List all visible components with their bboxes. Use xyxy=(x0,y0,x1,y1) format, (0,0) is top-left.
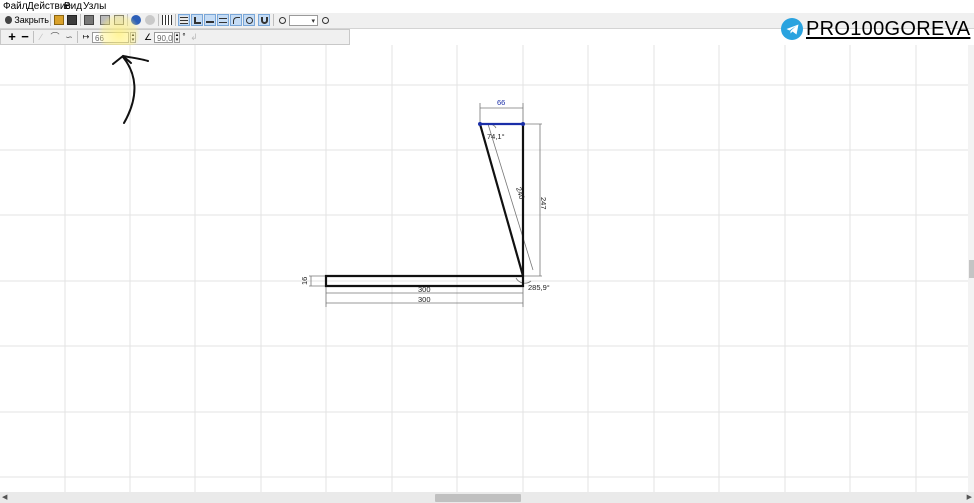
grid-icon xyxy=(180,16,188,24)
horizontal-dim-button[interactable] xyxy=(217,14,229,26)
separator xyxy=(175,14,176,26)
remove-node-button[interactable]: − xyxy=(20,29,30,44)
separator xyxy=(273,14,274,26)
export-icon xyxy=(84,15,94,25)
left-dimension-label: 16 xyxy=(300,277,309,285)
scroll-right-icon[interactable]: ▶ xyxy=(967,493,972,501)
open-button[interactable] xyxy=(54,14,64,26)
separator xyxy=(77,31,78,43)
degree-unit-label: ° xyxy=(182,32,186,41)
save-button[interactable] xyxy=(67,14,77,26)
arc-icon: ⌒ xyxy=(50,32,60,42)
plus-icon: + xyxy=(8,29,16,44)
top-angle-label: 74,1° xyxy=(487,132,505,141)
grid-button[interactable] xyxy=(178,14,190,26)
line-tool-button[interactable]: ∕ xyxy=(36,31,46,43)
snap-grid-button[interactable] xyxy=(162,14,172,26)
degree-unit: ° xyxy=(181,31,187,43)
sphere-icon xyxy=(145,15,155,25)
profile-outline xyxy=(324,123,525,288)
ortho-icon xyxy=(193,16,201,24)
separator xyxy=(50,14,51,26)
close-icon xyxy=(5,16,13,24)
zoom-select[interactable]: ▾ xyxy=(289,15,318,26)
menu-bar: Файл Действие Вид Узлы xyxy=(0,0,974,13)
angle-icon xyxy=(232,16,240,24)
drawing-canvas[interactable]: 66 74,1° 240 247 16 300 300 285,9° xyxy=(0,45,968,492)
apply-icon: ↲ xyxy=(190,32,198,42)
curve-tool-button[interactable]: ∽ xyxy=(64,31,74,43)
menu-nodes[interactable]: Узлы xyxy=(83,1,106,12)
export-button[interactable] xyxy=(84,14,94,26)
angle-dim-button[interactable] xyxy=(230,14,242,26)
separator xyxy=(33,31,34,43)
menu-view[interactable]: Вид xyxy=(64,1,82,12)
arc-tool-button[interactable]: ⌒ xyxy=(50,31,60,43)
radius-icon xyxy=(245,16,253,24)
curve-icon: ∽ xyxy=(65,32,73,42)
zoom-out-button[interactable] xyxy=(277,14,287,26)
close-button-label: Закрыть xyxy=(14,15,49,25)
angle-spinner[interactable]: ▴ ▾ xyxy=(174,32,180,43)
dimension-icon xyxy=(206,17,214,23)
node-point[interactable] xyxy=(478,122,482,126)
dimension-labels: 66 74,1° 240 247 16 300 300 285,9° xyxy=(300,98,550,304)
folder-icon xyxy=(54,15,64,25)
angle-value: 90,0 xyxy=(157,34,173,43)
horizontal-dimension-icon xyxy=(219,17,227,23)
ortho-button[interactable] xyxy=(191,14,203,26)
scroll-left-icon[interactable]: ◀ xyxy=(2,493,7,501)
diagonal-dimension-label: 240 xyxy=(514,186,526,201)
chevron-down-icon: ▾ xyxy=(311,18,315,25)
drawing-svg: 66 74,1° 240 247 16 300 300 285,9° xyxy=(0,45,968,492)
angle-input[interactable]: 90,0 xyxy=(154,32,173,43)
bottom-outer-dimension-label: 300 xyxy=(418,295,431,304)
top-dimension-label: 66 xyxy=(497,98,505,107)
magnet-icon xyxy=(260,16,268,24)
menu-file[interactable]: Файл xyxy=(3,1,28,12)
line-icon: ∕ xyxy=(40,32,42,42)
add-node-button[interactable]: + xyxy=(7,29,17,44)
brand-watermark: PRO100GOREVA xyxy=(781,17,970,41)
radius-button[interactable] xyxy=(243,14,255,26)
node-point[interactable] xyxy=(521,122,525,126)
angle-icon-holder: ∠ xyxy=(143,31,153,43)
length-icon: ↦ xyxy=(82,32,90,41)
angle-label-icon: ∠ xyxy=(143,32,153,42)
horizontal-scroll-thumb[interactable] xyxy=(435,494,521,502)
separator xyxy=(158,14,159,26)
right-dimension-label: 247 xyxy=(539,197,548,210)
length-icon-holder: ↦ xyxy=(81,31,91,43)
spinner-arrows-icon: ▴▾ xyxy=(175,32,179,43)
telegram-icon xyxy=(781,18,803,40)
bottom-inner-dimension-label: 300 xyxy=(418,285,431,294)
apply-button[interactable]: ↲ xyxy=(189,31,199,43)
dimension-button[interactable] xyxy=(204,14,216,26)
dots-grid-icon xyxy=(162,15,172,25)
vertical-scroll-thumb[interactable] xyxy=(969,260,974,278)
minus-icon: − xyxy=(21,29,29,44)
grid-lines xyxy=(0,45,968,492)
bottom-angle-label: 285,9° xyxy=(528,283,550,292)
save-icon xyxy=(67,15,77,25)
zoom-in-icon xyxy=(321,16,329,24)
edit-toolbar: + − ∕ ⌒ ∽ ↦ 66 ▴▾ ∠ 90,0 ▴▾ ° ↲ xyxy=(0,29,350,45)
zoom-out-icon xyxy=(278,16,286,24)
material-button[interactable] xyxy=(145,14,155,26)
magnet-button[interactable] xyxy=(258,14,270,26)
brand-text: PRO100GOREVA xyxy=(806,17,971,40)
zoom-in-button[interactable] xyxy=(320,14,330,26)
close-button[interactable]: Закрыть xyxy=(5,14,49,26)
separator xyxy=(80,14,81,26)
